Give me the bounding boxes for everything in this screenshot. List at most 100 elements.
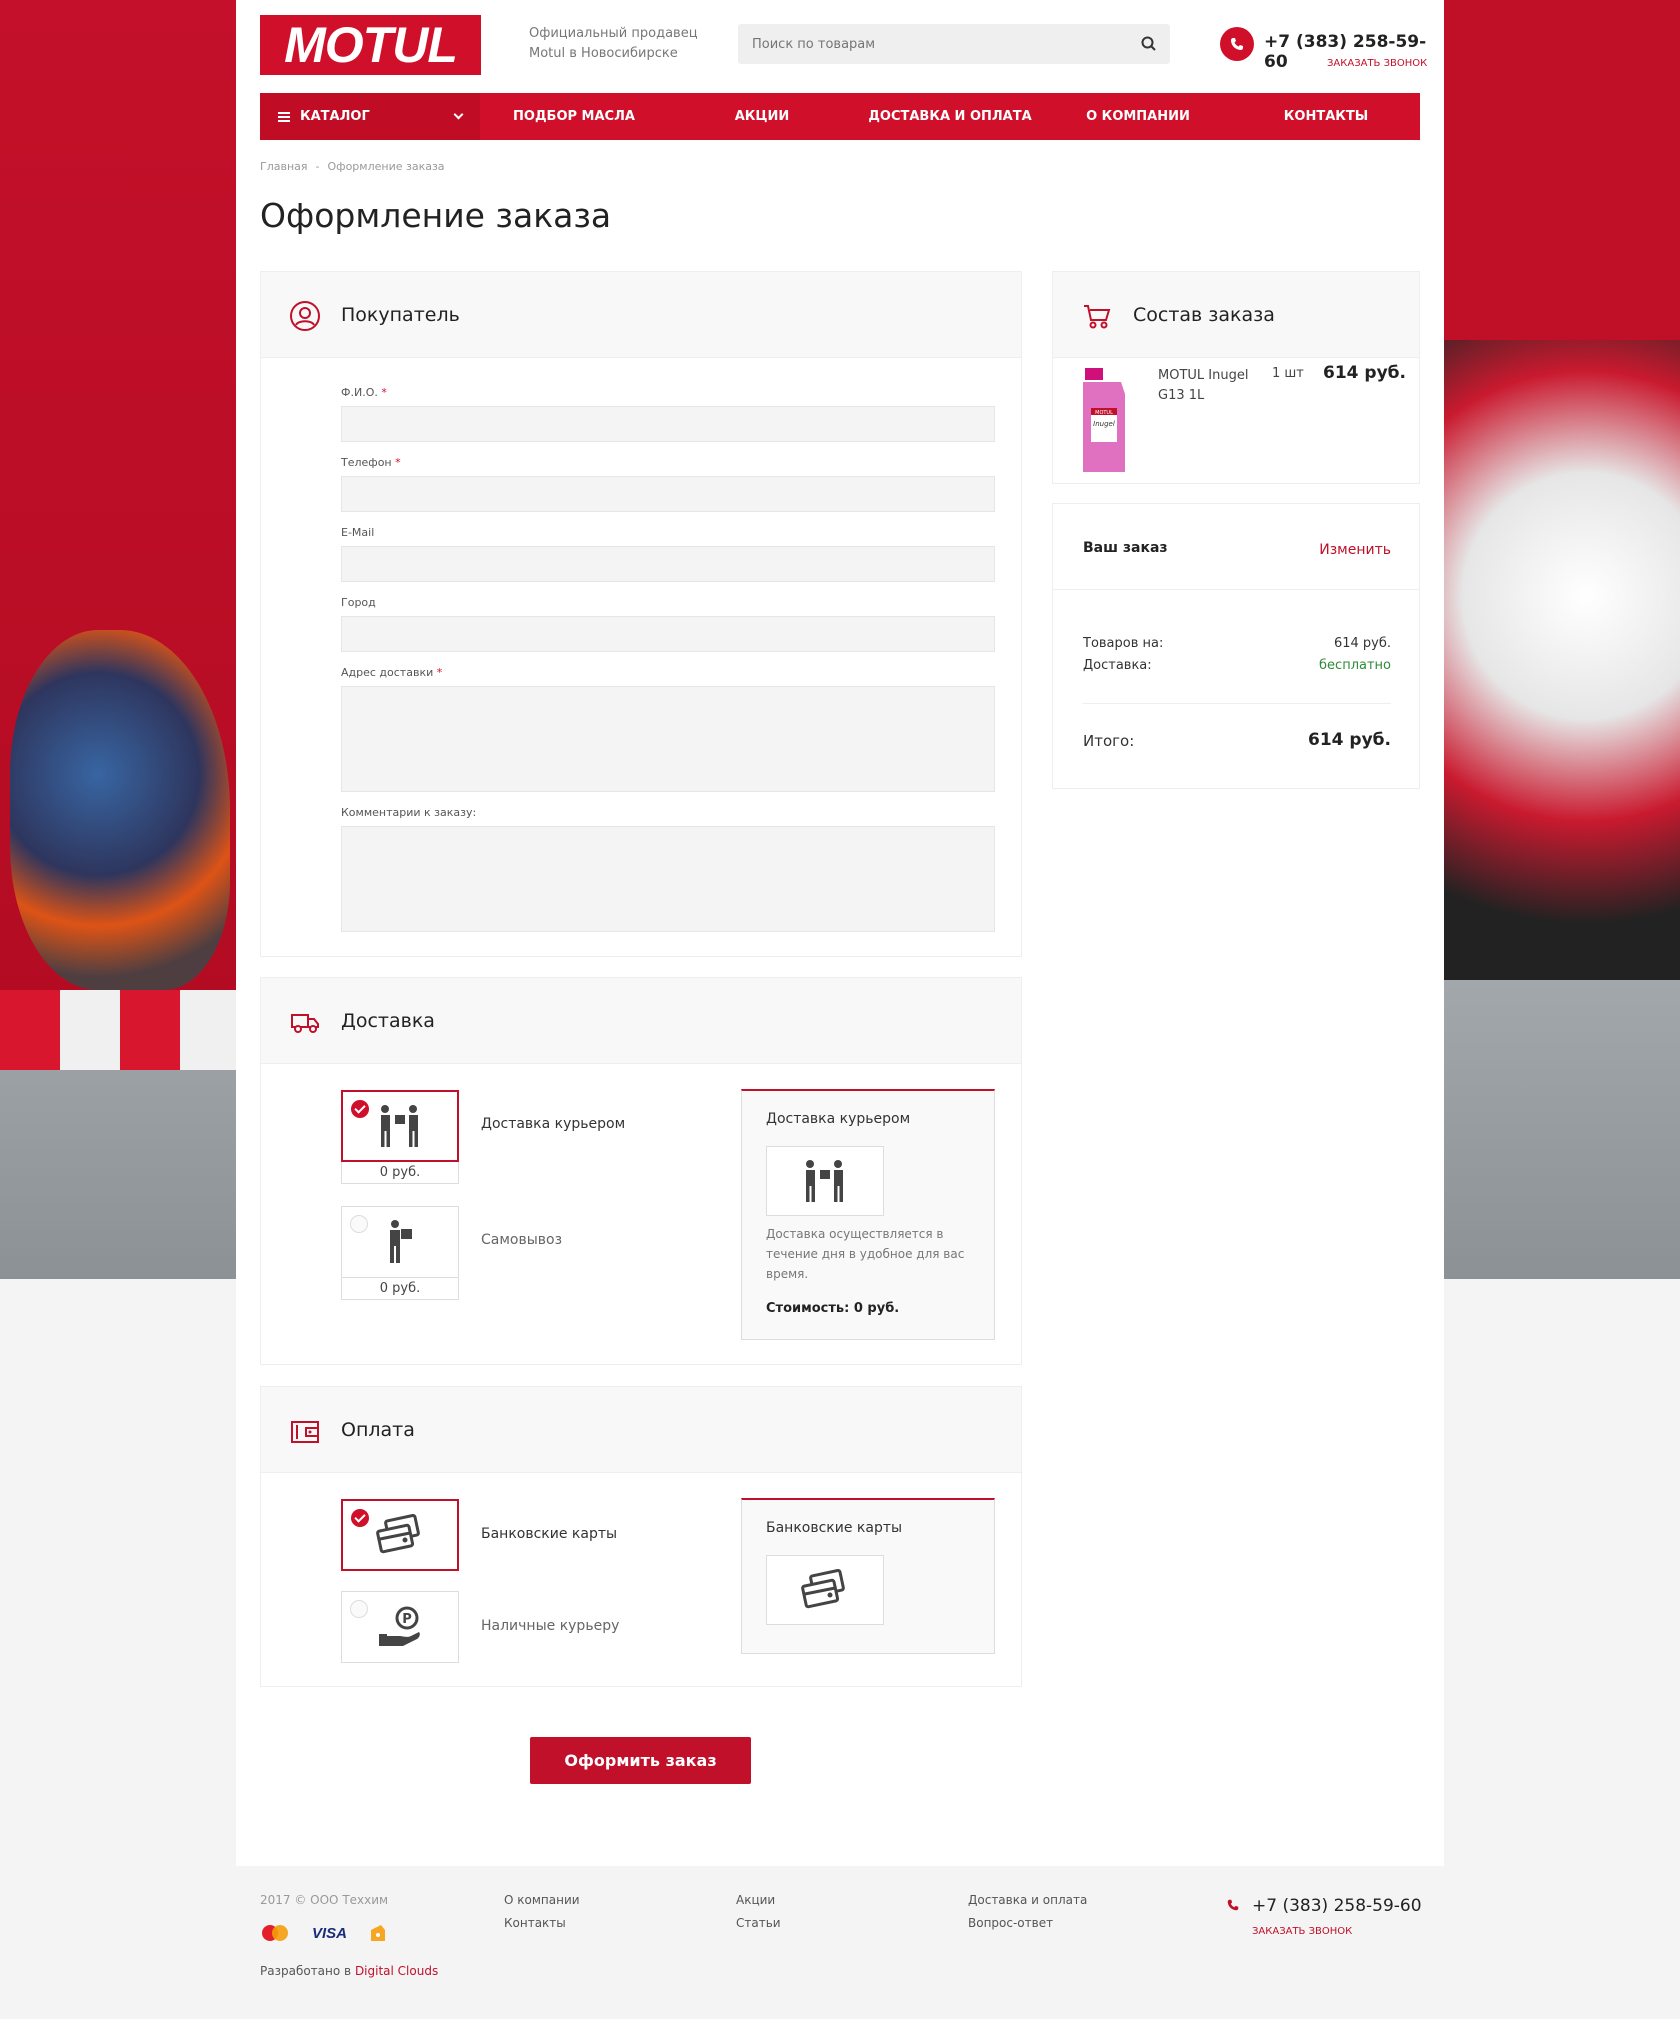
- email-field[interactable]: [341, 546, 995, 582]
- delivery-info-cost: Стоимость: 0 руб.: [766, 1301, 900, 1316]
- delivery-panel: Доставка 0 руб. Доставка курьером 0 руб.…: [260, 977, 1022, 1365]
- footer-link-promotions[interactable]: Акции: [736, 1893, 775, 1907]
- footer-copyright: 2017 © ООО Теххим: [260, 1893, 389, 1907]
- payment-option-cash-label[interactable]: Наличные курьеру: [481, 1618, 619, 1634]
- buyer-panel: Покупатель Ф.И.О. * Телефон * E-Mail Гор…: [260, 271, 1022, 957]
- nav-catalog-label: КАТАЛОГ: [300, 109, 370, 124]
- search-icon[interactable]: [1140, 35, 1158, 53]
- buyer-panel-header: Покупатель: [261, 272, 1021, 358]
- field-label-city-text: Город: [341, 596, 376, 609]
- breadcrumb-separator: -: [315, 160, 320, 173]
- nav-item-promotions[interactable]: АКЦИИ: [668, 93, 856, 140]
- comment-textarea[interactable]: [341, 826, 995, 932]
- fio-field[interactable]: [341, 406, 995, 442]
- header-callback-link[interactable]: ЗАКАЗАТЬ ЗВОНОК: [1327, 58, 1427, 69]
- delivery-option-courier-label[interactable]: Доставка курьером: [481, 1116, 625, 1132]
- phone-field[interactable]: [341, 476, 995, 512]
- seller-info: Официальный продавец Motul в Новосибирск…: [529, 24, 698, 64]
- main-nav: КАТАЛОГ ПОДБОР МАСЛА АКЦИИ ДОСТАВКА И ОП…: [260, 93, 1420, 140]
- nav-item-about[interactable]: О КОМПАНИИ: [1044, 93, 1232, 140]
- payment-info-card: Банковские карты: [741, 1498, 995, 1654]
- summary-edit-link[interactable]: Изменить: [1319, 542, 1391, 558]
- nav-item-contacts[interactable]: КОНТАКТЫ: [1232, 93, 1420, 140]
- footer-phone[interactable]: +7 (383) 258-59-60: [1252, 1896, 1422, 1916]
- footer-link-contacts[interactable]: Контакты: [504, 1916, 566, 1930]
- radio-unchecked-icon: [350, 1600, 368, 1618]
- search-box: [738, 24, 1170, 64]
- search-input[interactable]: [738, 24, 1170, 64]
- cart-icon: [1084, 305, 1111, 329]
- delivery-option-pickup-label[interactable]: Самовывоз: [481, 1232, 562, 1248]
- visa-logo: VISA: [312, 1924, 348, 1942]
- footer-callback-link[interactable]: ЗАКАЗАТЬ ЗВОНОК: [1252, 1926, 1352, 1937]
- nav-item-oil-selection[interactable]: ПОДБОР МАСЛА: [480, 93, 668, 140]
- summary-goods-label: Товаров на:: [1083, 636, 1164, 651]
- order-panel-title: Состав заказа: [1133, 303, 1275, 326]
- seller-line-1: Официальный продавец: [529, 26, 698, 41]
- city-field[interactable]: [341, 616, 995, 652]
- payment-info-title: Банковские карты: [766, 1520, 903, 1536]
- field-label-address: Адрес доставки *: [341, 666, 442, 679]
- field-label-email-text: E-Mail: [341, 526, 375, 539]
- motul-logo[interactable]: MOTUL: [260, 15, 481, 75]
- summary-panel: Ваш заказ Изменить Товаров на: 614 руб. …: [1052, 503, 1420, 789]
- nav-item-delivery-payment[interactable]: ДОСТАВКА И ОПЛАТА: [856, 93, 1044, 140]
- field-label-comment: Комментарии к заказу:: [341, 806, 476, 819]
- summary-total-label: Итого:: [1083, 732, 1135, 750]
- bg-rider-right: [1444, 340, 1680, 980]
- footer-link-articles[interactable]: Статьи: [736, 1916, 781, 1930]
- field-label-phone: Телефон *: [341, 456, 401, 469]
- delivery-info-card: Доставка курьером Доставка осуществляетс…: [741, 1089, 995, 1340]
- checked-icon: [351, 1509, 369, 1527]
- delivery-option-courier[interactable]: [341, 1090, 459, 1162]
- user-icon: [290, 301, 320, 331]
- payment-panel-header: Оплата: [261, 1387, 1021, 1473]
- field-label-comment-text: Комментарии к заказу:: [341, 806, 477, 819]
- footer-dev-link[interactable]: Digital Clouds: [355, 1964, 438, 1978]
- bg-kerb: [0, 990, 236, 1070]
- footer: 2017 © ООО Теххим VISA Разработано в Dig…: [236, 1866, 1444, 2019]
- delivery-info-image: [766, 1146, 884, 1216]
- product-image[interactable]: MOTUL Inugel: [1081, 368, 1127, 474]
- coolant-bottle-icon: MOTUL Inugel: [1083, 368, 1125, 472]
- courier-icon: [381, 1105, 418, 1147]
- address-textarea[interactable]: [341, 686, 995, 792]
- seller-line-2: Motul в Новосибирске: [529, 46, 678, 61]
- breadcrumb: Главная - Оформление заказа: [260, 160, 445, 173]
- field-label-city: Город: [341, 596, 376, 609]
- field-label-phone-text: Телефон: [341, 456, 392, 469]
- payment-option-cards-label[interactable]: Банковские карты: [481, 1526, 617, 1542]
- payment-option-cards[interactable]: [341, 1499, 459, 1571]
- summary-total-value: 614 руб.: [1308, 730, 1391, 750]
- footer-link-about[interactable]: О компании: [504, 1893, 580, 1907]
- bg-banner-right: [1444, 0, 1680, 380]
- footer-link-faq[interactable]: Вопрос-ответ: [968, 1916, 1053, 1930]
- field-label-address-text: Адрес доставки: [341, 666, 434, 679]
- buyer-panel-title: Покупатель: [341, 303, 460, 326]
- summary-title: Ваш заказ: [1083, 540, 1168, 556]
- svg-text:Inugel: Inugel: [1093, 420, 1115, 428]
- product-name[interactable]: MOTUL Inugel G13 1L: [1158, 366, 1258, 406]
- chevron-down-icon: [453, 109, 464, 120]
- footer-dev-credit: Разработано в Digital Clouds: [260, 1964, 438, 1978]
- delivery-option-pickup-price: 0 руб.: [341, 1278, 459, 1300]
- payment-info-image: [766, 1555, 884, 1625]
- svg-text:MOTUL: MOTUL: [1095, 410, 1113, 416]
- footer-dev-prefix: Разработано в: [260, 1964, 352, 1978]
- field-label-fio-text: Ф.И.О.: [341, 386, 378, 399]
- breadcrumb-home[interactable]: Главная: [260, 160, 308, 173]
- payment-logos: VISA: [260, 1924, 387, 1942]
- footer-link-delivery[interactable]: Доставка и оплата: [968, 1893, 1087, 1907]
- svg-text:P: P: [402, 1612, 412, 1627]
- summary-divider: [1083, 703, 1391, 704]
- submit-order-button[interactable]: Оформить заказ: [530, 1737, 751, 1784]
- payment-option-cash[interactable]: P: [341, 1591, 459, 1663]
- delivery-option-pickup[interactable]: [341, 1206, 459, 1278]
- nav-catalog[interactable]: КАТАЛОГ: [260, 93, 480, 140]
- payment-panel-title: Оплата: [341, 1418, 415, 1441]
- summary-header: Ваш заказ Изменить: [1053, 504, 1419, 590]
- product-price: 614 руб.: [1323, 363, 1406, 383]
- truck-icon: [291, 1014, 319, 1033]
- product-qty: 1 шт: [1272, 366, 1304, 381]
- delivery-panel-title: Доставка: [341, 1009, 435, 1032]
